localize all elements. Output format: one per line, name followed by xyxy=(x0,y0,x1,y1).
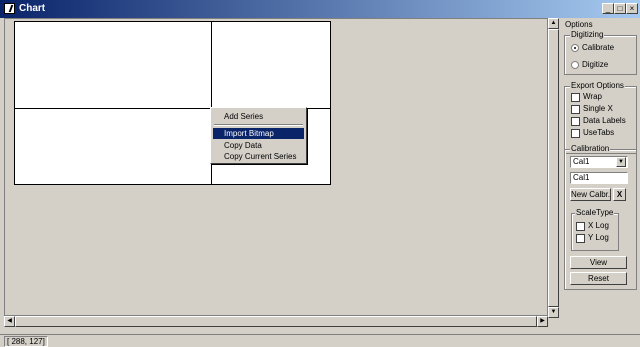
status-bar: [ 288, 127] xyxy=(0,334,640,347)
window-title: Chart xyxy=(19,3,46,14)
calibration-group: Calibration Cal1 ▼ Cal1 New Calbr. X Sca… xyxy=(564,144,637,290)
title-bar[interactable]: Chart _ □ × xyxy=(0,0,640,18)
digitizing-title: Digitizing xyxy=(570,30,605,39)
context-menu: Add Series Import Bitmap Copy Data Copy … xyxy=(210,107,307,164)
x-log-checkbox[interactable] xyxy=(576,222,585,231)
menu-item-copy-data[interactable]: Copy Data xyxy=(213,140,304,151)
chart-panel-top-left[interactable] xyxy=(14,21,212,109)
reset-button[interactable]: Reset xyxy=(570,272,627,285)
options-title: Options xyxy=(565,20,593,29)
x-log-label[interactable]: X Log xyxy=(588,221,609,230)
use-tabs-label[interactable]: UseTabs xyxy=(583,128,614,137)
wrap-label[interactable]: Wrap xyxy=(583,92,602,101)
scale-type-title: ScaleType xyxy=(575,208,615,217)
vertical-scrollbar[interactable]: ▲ ▼ xyxy=(548,18,559,318)
menu-item-add-series[interactable]: Add Series xyxy=(213,111,304,122)
scale-type-group: ScaleType X Log Y Log xyxy=(571,208,619,251)
scroll-down-icon[interactable]: ▼ xyxy=(548,307,559,318)
export-options-title: Export Options xyxy=(570,81,625,90)
y-log-label[interactable]: Y Log xyxy=(588,233,609,242)
wrap-checkbox[interactable] xyxy=(571,93,580,102)
scroll-right-icon[interactable]: ▶ xyxy=(537,316,548,327)
options-panel: Options Digitizing Calibrate Digitize Ex… xyxy=(560,18,640,318)
app-icon[interactable] xyxy=(4,3,15,14)
menu-item-import-bitmap[interactable]: Import Bitmap xyxy=(213,128,304,139)
close-button[interactable]: × xyxy=(626,3,638,14)
calibration-title: Calibration xyxy=(570,144,611,153)
single-x-label[interactable]: Single X xyxy=(583,104,613,113)
chart-window: Chart _ □ × Add Series Import Bitmap Cop… xyxy=(0,0,640,347)
data-labels-checkbox[interactable] xyxy=(571,117,580,126)
chevron-down-icon[interactable]: ▼ xyxy=(616,157,626,167)
digitize-label[interactable]: Digitize xyxy=(582,60,608,69)
minimize-button[interactable]: _ xyxy=(602,3,614,14)
chart-panel-bottom-left[interactable] xyxy=(14,108,212,185)
data-labels-label[interactable]: Data Labels xyxy=(583,116,626,125)
calibrate-label[interactable]: Calibrate xyxy=(582,43,614,52)
vertical-scroll-thumb[interactable] xyxy=(548,29,559,307)
chart-panel-top-right[interactable] xyxy=(211,21,331,109)
calibrate-radio[interactable] xyxy=(571,44,579,52)
view-button[interactable]: View xyxy=(570,256,627,269)
y-log-checkbox[interactable] xyxy=(576,234,585,243)
scroll-left-icon[interactable]: ◀ xyxy=(4,316,15,327)
digitizing-group: Digitizing Calibrate Digitize xyxy=(564,30,637,75)
calibration-name-input[interactable]: Cal1 xyxy=(570,172,628,184)
digitize-radio[interactable] xyxy=(571,61,579,69)
horizontal-scroll-thumb[interactable] xyxy=(15,316,537,327)
menu-item-copy-current-series[interactable]: Copy Current Series xyxy=(213,151,304,162)
new-calibration-button[interactable]: New Calbr. xyxy=(570,188,611,201)
coordinate-readout: [ 288, 127] xyxy=(4,336,48,347)
horizontal-scrollbar[interactable]: ◀ ▶ xyxy=(4,316,548,327)
single-x-checkbox[interactable] xyxy=(571,105,580,114)
menu-separator xyxy=(214,124,303,126)
use-tabs-checkbox[interactable] xyxy=(571,129,580,138)
scroll-up-icon[interactable]: ▲ xyxy=(548,18,559,29)
maximize-button[interactable]: □ xyxy=(614,3,626,14)
delete-calibration-button[interactable]: X xyxy=(613,188,626,201)
